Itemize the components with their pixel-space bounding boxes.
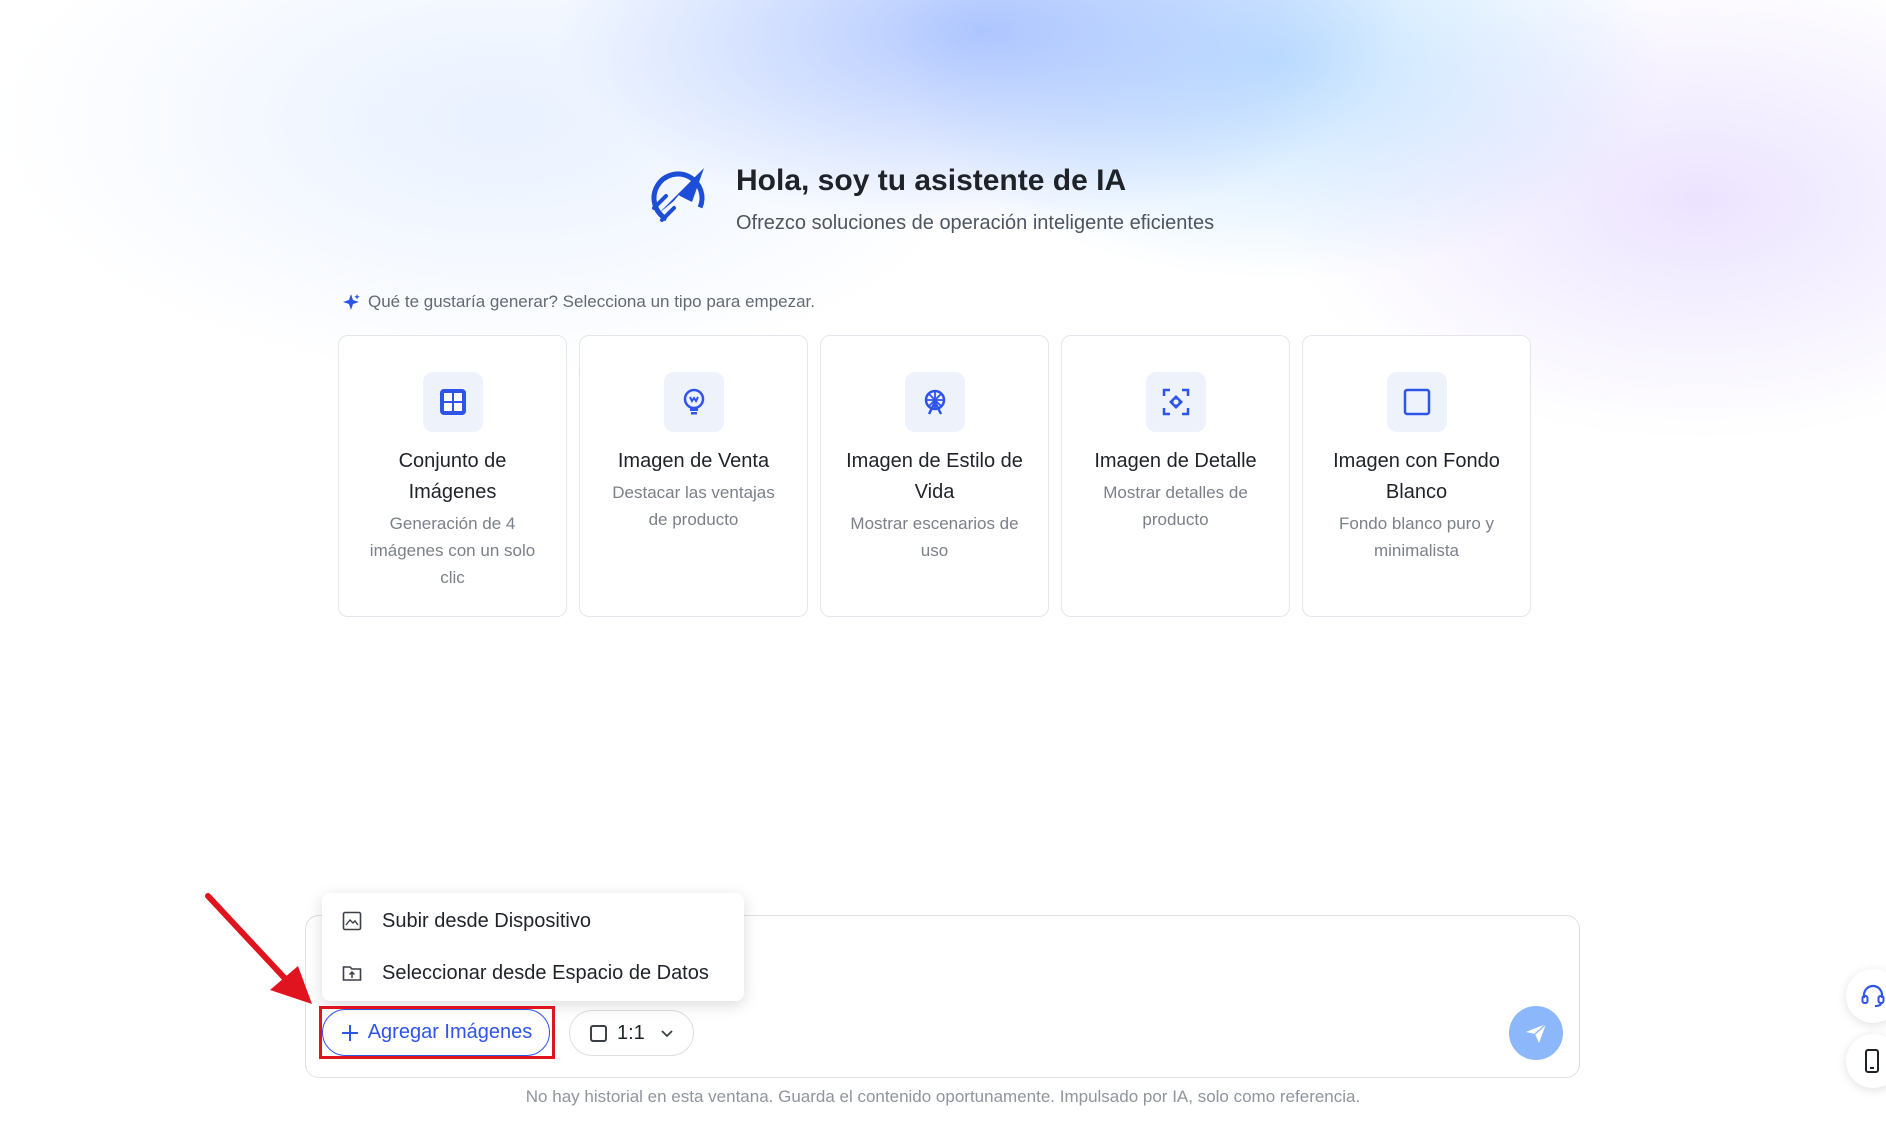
send-button[interactable]: [1509, 1006, 1563, 1060]
card-icon-container: [422, 372, 483, 432]
plus-icon: [341, 1024, 358, 1041]
prompt-hint: Qué te gustaría generar? Selecciona un t…: [342, 292, 815, 312]
ferris-wheel-icon: [924, 389, 945, 415]
card-detail-image[interactable]: Imagen de Detalle Mostrar detalles de pr…: [1061, 335, 1290, 617]
card-title: Imagen de Detalle: [1094, 450, 1257, 472]
image-upload-icon: [342, 911, 362, 931]
menu-item-label: Subir desde Dispositivo: [382, 909, 591, 932]
mobile-icon: [1865, 1049, 1879, 1073]
card-white-background-image[interactable]: Imagen con Fondo Blanco Fondo blanco pur…: [1302, 335, 1531, 617]
aspect-ratio-select[interactable]: 1:1: [569, 1010, 694, 1056]
upload-menu: Subir desde Dispositivo Seleccionar desd…: [322, 893, 744, 1001]
lightbulb-icon: [683, 388, 704, 415]
support-button[interactable]: [1846, 969, 1886, 1023]
card-title: Imagen de Venta: [617, 450, 770, 472]
add-images-label: Agregar Imágenes: [367, 1021, 533, 1043]
sparkle-icon: [343, 294, 360, 310]
card-image-set[interactable]: Conjunto de Imágenes Generación de 4 imá…: [338, 335, 567, 617]
card-icon-container: [904, 372, 965, 432]
card-description: Destacar las ventajas de producto: [612, 483, 775, 529]
card-title: Imagen de Estilo de Vida: [846, 450, 1023, 503]
card-lifestyle-image[interactable]: Imagen de Estilo de Vida Mostrar escenar…: [820, 335, 1049, 617]
menu-item-label: Seleccionar desde Espacio de Datos: [382, 961, 709, 984]
menu-item-select-data-space[interactable]: Seleccionar desde Espacio de Datos: [322, 949, 744, 997]
add-images-button[interactable]: Agregar Imágenes: [322, 1009, 550, 1056]
mobile-button[interactable]: [1846, 1034, 1886, 1088]
aspect-ratio-value: 1:1: [617, 1021, 645, 1044]
card-icon-container: [663, 372, 724, 432]
folder-upload-icon: [342, 966, 362, 981]
card-sales-image[interactable]: Imagen de Venta Destacar las ventajas de…: [579, 335, 808, 617]
card-description: Mostrar detalles de producto: [1103, 483, 1248, 529]
generation-type-cards: Conjunto de Imágenes Generación de 4 imá…: [338, 335, 1531, 617]
prompt-hint-text: Qué te gustaría generar? Selecciona un t…: [368, 292, 816, 311]
card-description: Generación de 4 imágenes con un solo cli…: [369, 514, 536, 587]
card-icon-container: [1145, 372, 1206, 432]
hero-header: Hola, soy tu asistente de IA Ofrezco sol…: [648, 160, 1214, 235]
headset-icon: [1861, 984, 1885, 1007]
card-icon-container: [1386, 372, 1447, 432]
footer-disclaimer: No hay historial en esta ventana. Guarda…: [525, 1087, 1361, 1106]
annotation-arrow: [205, 893, 312, 1004]
card-description: Fondo blanco puro y minimalista: [1339, 514, 1494, 560]
card-description: Mostrar escenarios de uso: [850, 514, 1019, 560]
page-title: Hola, soy tu asistente de IA: [736, 164, 1127, 197]
chevron-down-icon: [661, 1030, 673, 1038]
square-icon: [1403, 388, 1430, 416]
card-title: Conjunto de Imágenes: [398, 450, 507, 503]
menu-item-upload-device[interactable]: Subir desde Dispositivo: [322, 897, 744, 945]
page-subtitle: Ofrezco soluciones de operación intelige…: [736, 212, 1215, 234]
grid-icon: [439, 389, 466, 415]
send-icon: [1526, 1023, 1547, 1043]
focus-detail-icon: [1162, 388, 1189, 416]
ratio-square-icon: [590, 1024, 607, 1042]
rocket-logo-icon: [651, 168, 705, 225]
card-title: Imagen con Fondo Blanco: [1333, 450, 1500, 503]
